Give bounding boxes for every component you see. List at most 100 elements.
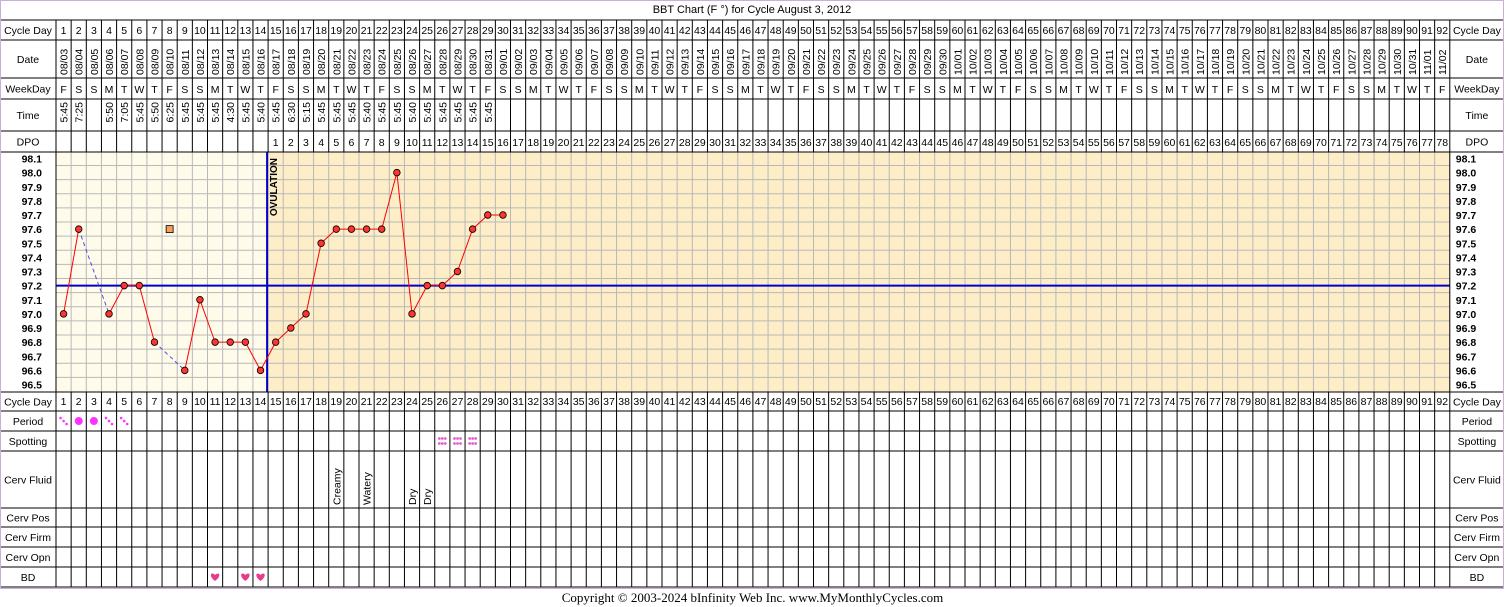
row-label-left-spotting: Spotting xyxy=(9,436,48,448)
time-label: 5:45 xyxy=(271,102,283,123)
dpo-number: 55 xyxy=(1088,137,1100,149)
cycle-day-number: 45 xyxy=(724,25,736,37)
weekday-label: S xyxy=(1030,84,1037,96)
cycle-day-number-bottom: 80 xyxy=(1255,396,1267,408)
row-label-right-bd: BD xyxy=(1470,572,1485,584)
spotting-marker xyxy=(443,437,447,440)
spotting-marker xyxy=(459,442,462,445)
spotting-marker xyxy=(456,437,459,440)
cycle-day-number: 75 xyxy=(1179,25,1191,37)
y-tick-label-right: 96.9 xyxy=(1456,323,1477,335)
time-label: 5:15 xyxy=(301,102,313,123)
date-label: 10/03 xyxy=(983,49,995,75)
cycle-day-number: 73 xyxy=(1149,25,1161,37)
cycle-day-number-bottom: 36 xyxy=(588,396,600,408)
chart-title: BBT Chart (F °) for Cycle August 3, 2012 xyxy=(653,4,852,16)
cycle-day-number: 61 xyxy=(967,25,979,37)
weekday-label: S xyxy=(1257,84,1264,96)
weekday-label: F xyxy=(379,84,385,96)
cycle-day-number-bottom: 9 xyxy=(182,396,188,408)
cycle-day-number-bottom: 71 xyxy=(1118,396,1130,408)
time-label: 5:45 xyxy=(468,102,480,123)
y-tick-label-left: 96.6 xyxy=(22,365,43,377)
weekday-label: M xyxy=(953,84,962,96)
weekday-label: T xyxy=(1075,84,1082,96)
cycle-day-number: 69 xyxy=(1088,25,1100,37)
dpo-number: 35 xyxy=(785,137,797,149)
date-label: 08/24 xyxy=(377,49,389,75)
date-label: 09/08 xyxy=(604,49,616,75)
weekday-label: F xyxy=(591,84,597,96)
date-label: 09/14 xyxy=(695,49,707,75)
cycle-day-number: 28 xyxy=(467,25,479,37)
temp-point xyxy=(226,338,234,346)
dpo-number: 4 xyxy=(318,137,324,149)
temp-point xyxy=(317,239,325,247)
cycle-day-number: 56 xyxy=(891,25,903,37)
date-label: 08/26 xyxy=(407,49,419,75)
cycle-day-number-bottom: 66 xyxy=(1042,396,1054,408)
weekday-label: S xyxy=(287,84,294,96)
row-label-left-cerv-firm: Cerv Firm xyxy=(5,532,51,544)
cycle-day-number: 10 xyxy=(194,25,206,37)
cycle-day-number: 65 xyxy=(1027,25,1039,37)
row-label-right-period: Period xyxy=(1462,416,1493,428)
weekday-label: W xyxy=(240,84,250,96)
weekday-label: M xyxy=(847,84,856,96)
date-label: 10/04 xyxy=(998,49,1010,75)
weekday-label: T xyxy=(333,84,340,96)
cycle-day-number: 59 xyxy=(936,25,948,37)
date-label: 08/12 xyxy=(195,49,207,75)
cycle-day-number-bottom: 75 xyxy=(1179,396,1191,408)
time-label: 5:45 xyxy=(210,102,222,123)
weekday-label: T xyxy=(1394,84,1401,96)
cycle-day-number-bottom: 38 xyxy=(618,396,630,408)
cycle-day-number: 48 xyxy=(770,25,782,37)
dpo-number: 61 xyxy=(1179,137,1191,149)
date-label: 08/09 xyxy=(149,49,161,75)
cycle-day-number-bottom: 47 xyxy=(755,396,767,408)
date-label: 09/27 xyxy=(892,49,904,75)
spotting-marker xyxy=(468,442,472,445)
cycle-day-number: 21 xyxy=(361,25,373,37)
cycle-day-number-bottom: 89 xyxy=(1391,396,1403,408)
dpo-number: 68 xyxy=(1285,137,1297,149)
dpo-number: 57 xyxy=(1118,137,1130,149)
dpo-number: 74 xyxy=(1376,137,1388,149)
date-label: 09/16 xyxy=(725,49,737,75)
row-label-left-period: Period xyxy=(13,416,44,428)
dpo-number: 73 xyxy=(1361,137,1373,149)
date-label: 10/06 xyxy=(1028,49,1040,75)
cerv-fluid-label: Creamy xyxy=(331,467,343,505)
row-label-left-cerv-fluid: Cerv Fluid xyxy=(4,475,52,487)
weekday-label: W xyxy=(1089,84,1099,96)
weekday-label: M xyxy=(105,84,114,96)
period-light-marker xyxy=(62,419,65,423)
cycle-day-number: 34 xyxy=(558,25,570,37)
temp-point xyxy=(347,225,356,233)
cycle-day-number: 91 xyxy=(1421,25,1433,37)
temp-point xyxy=(362,225,371,233)
time-label: 5:40 xyxy=(407,102,419,123)
dpo-number: 29 xyxy=(694,137,706,149)
time-label: 5:40 xyxy=(362,102,374,123)
weekday-label: T xyxy=(757,84,764,96)
date-label: 10/11 xyxy=(1104,49,1116,75)
cycle-day-number-bottom: 72 xyxy=(1133,396,1145,408)
cycle-day-number: 68 xyxy=(1073,25,1085,37)
y-tick-label-left: 98.0 xyxy=(22,168,43,180)
cycle-day-number-bottom: 60 xyxy=(952,396,964,408)
cycle-day-number-bottom: 53 xyxy=(846,396,858,408)
weekday-label: W xyxy=(1301,84,1311,96)
date-label: 10/10 xyxy=(1089,49,1101,75)
time-label: 5:50 xyxy=(149,102,161,123)
dpo-number: 31 xyxy=(724,137,736,149)
period-light-marker xyxy=(59,416,62,420)
cycle-day-number-bottom: 15 xyxy=(270,396,282,408)
date-label: 08/21 xyxy=(331,49,343,75)
dpo-number: 1 xyxy=(273,137,279,149)
weekday-label: S xyxy=(605,84,612,96)
time-label: 5:45 xyxy=(316,102,328,123)
date-label: 09/28 xyxy=(907,49,919,75)
weekday-label: M xyxy=(1377,84,1386,96)
